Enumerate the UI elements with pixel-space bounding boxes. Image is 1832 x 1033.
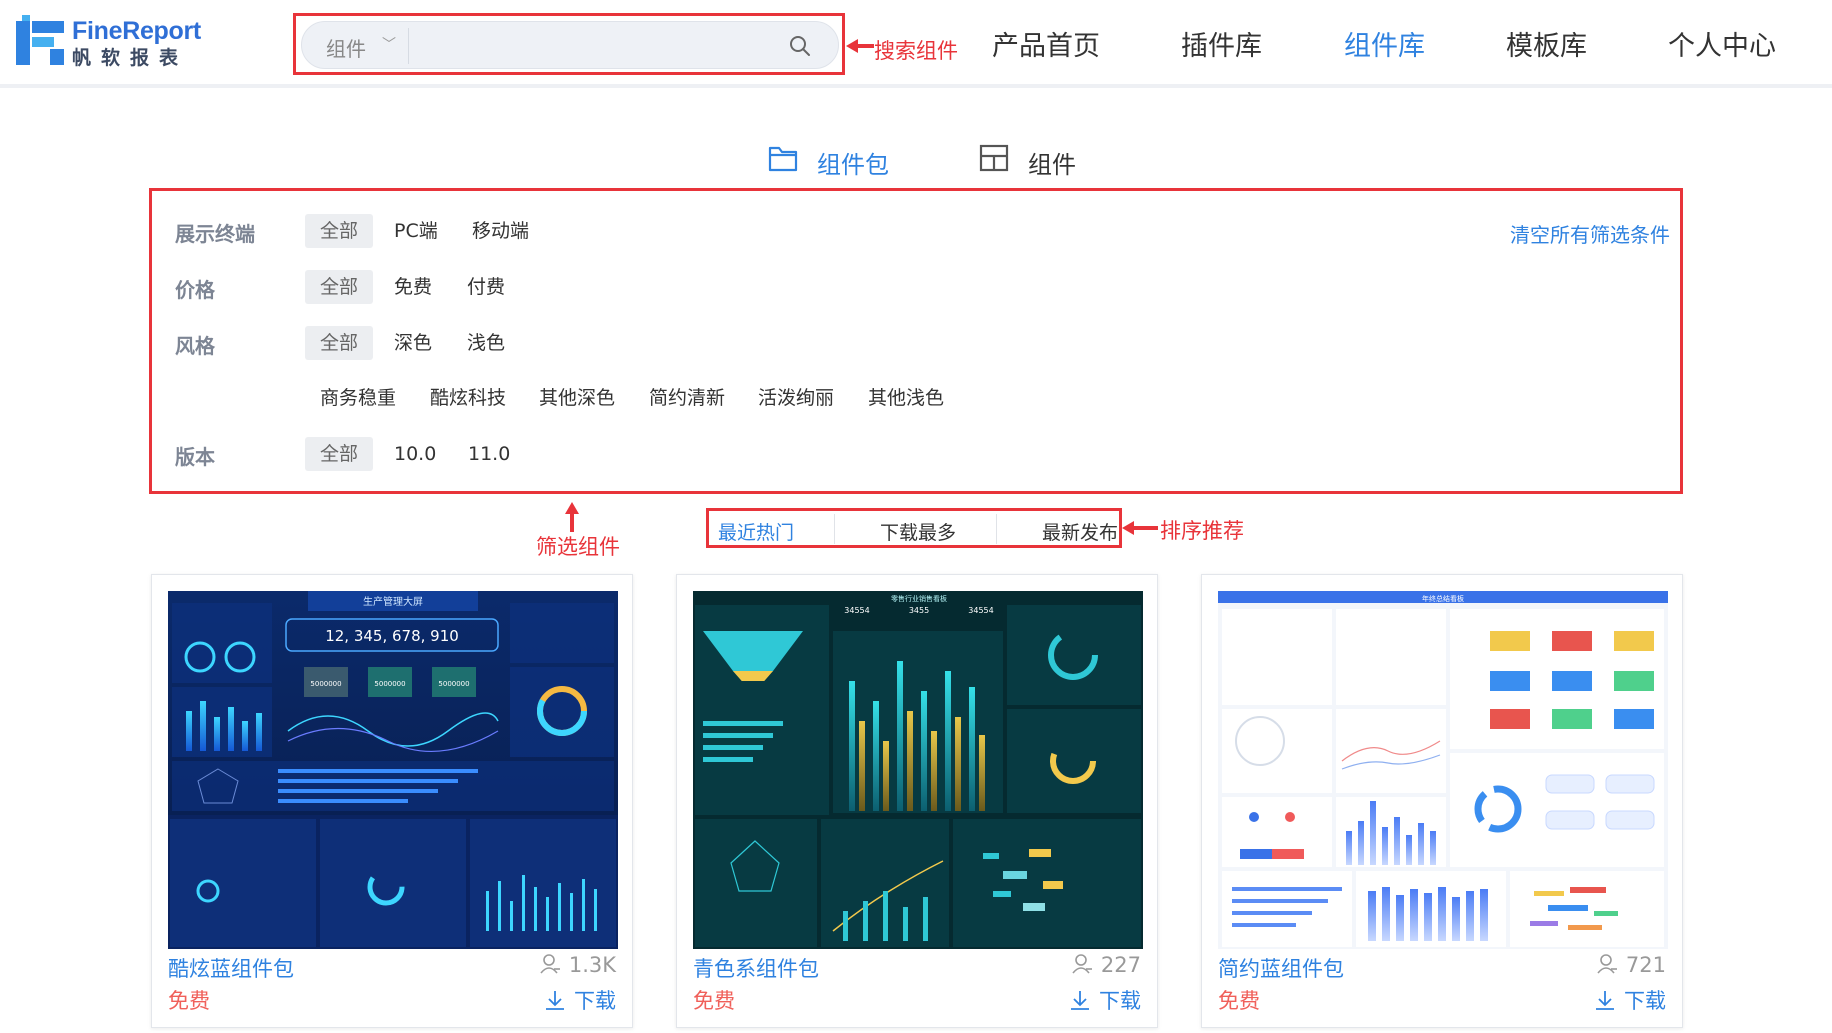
thumb-kpi: 3455 xyxy=(909,606,929,615)
logo[interactable]: FineReport 帆软报表 xyxy=(16,15,201,69)
card-user-count: 227 xyxy=(1071,953,1141,977)
nav-product-home[interactable]: 产品首页 xyxy=(992,24,1100,63)
filter-version-all[interactable]: 全部 xyxy=(305,437,374,471)
download-button[interactable]: 下载 xyxy=(1069,985,1141,1015)
page: FineReport 帆软报表 组件 ﹀ 产品首页 插件库 组件库 模板库 个人… xyxy=(0,0,1832,1033)
filter-substyle-other-dark[interactable]: 其他深色 xyxy=(524,381,630,415)
filter-label-version: 版本 xyxy=(175,445,215,469)
card-count-value: 227 xyxy=(1100,953,1141,977)
clear-filters-link[interactable]: 清空所有筛选条件 xyxy=(1510,219,1670,248)
search-annotation-box xyxy=(293,13,845,75)
thumb-kpi: 5000000 xyxy=(310,680,341,688)
user-icon xyxy=(540,954,560,974)
component-card[interactable]: 生产管理大屏 12, 345, 678, 910 5000000 5000000… xyxy=(151,574,633,1028)
card-thumbnail[interactable]: 年终总结看板 xyxy=(1218,591,1668,949)
filter-price-paid[interactable]: 付费 xyxy=(452,270,520,304)
user-icon xyxy=(1597,954,1617,974)
logo-text-en: FineReport xyxy=(72,17,201,45)
download-label: 下载 xyxy=(1624,989,1666,1013)
download-icon xyxy=(1596,991,1614,1010)
annotation-arrow-icon xyxy=(565,502,579,532)
filter-substyle-lively[interactable]: 活泼绚丽 xyxy=(743,381,849,415)
filter-substyle-simple[interactable]: 简约清新 xyxy=(634,381,740,415)
search-annotation-label: 搜索组件 xyxy=(874,39,958,63)
thumb-kpi: 34554 xyxy=(844,606,869,615)
card-count-value: 1.3K xyxy=(568,953,616,977)
filter-label-style: 风格 xyxy=(175,334,215,358)
sort-most-downloads[interactable]: 下载最多 xyxy=(880,518,956,545)
filter-version-10[interactable]: 10.0 xyxy=(379,437,451,471)
download-button[interactable]: 下载 xyxy=(1594,985,1666,1015)
component-card[interactable]: 零售行业销售看板 34554 3455 34554 青色系组件包 免费 227 … xyxy=(676,574,1158,1028)
sort-divider xyxy=(834,514,835,544)
filter-substyle-tech[interactable]: 酷炫科技 xyxy=(415,381,521,415)
nav-personal-center[interactable]: 个人中心 xyxy=(1668,24,1776,63)
download-label: 下载 xyxy=(574,989,616,1013)
finereport-logo-icon xyxy=(16,15,64,65)
folder-icon xyxy=(768,146,798,172)
card-thumbnail[interactable]: 零售行业销售看板 34554 3455 34554 xyxy=(693,591,1143,949)
tab-label: 组件 xyxy=(1028,151,1076,179)
thumb-big-number: 12, 345, 678, 910 xyxy=(325,627,459,645)
sort-annotation-label: 排序推荐 xyxy=(1160,519,1244,543)
card-price: 免费 xyxy=(693,989,735,1013)
component-card[interactable]: 年终总结看板 简约蓝组件包 免费 721 下载 xyxy=(1201,574,1683,1028)
nav-template-library[interactable]: 模板库 xyxy=(1506,24,1587,63)
filter-terminal-pc[interactable]: PC端 xyxy=(379,214,453,248)
filter-style-dark[interactable]: 深色 xyxy=(379,326,447,360)
filter-substyle-other-light[interactable]: 其他浅色 xyxy=(853,381,959,415)
download-icon xyxy=(546,991,564,1010)
filter-label-terminal: 展示终端 xyxy=(175,222,255,246)
annotation-arrow-icon xyxy=(846,39,874,53)
sort-newest[interactable]: 最新发布 xyxy=(1042,518,1118,545)
nav-component-library[interactable]: 组件库 xyxy=(1344,24,1425,63)
card-title[interactable]: 简约蓝组件包 xyxy=(1218,953,1344,983)
filter-terminal-all[interactable]: 全部 xyxy=(305,214,374,248)
filter-terminal-mobile[interactable]: 移动端 xyxy=(457,214,544,248)
card-title[interactable]: 酷炫蓝组件包 xyxy=(168,953,294,983)
download-button[interactable]: 下载 xyxy=(544,985,616,1015)
filter-style-all[interactable]: 全部 xyxy=(305,326,374,360)
thumb-heading: 零售行业销售看板 xyxy=(891,594,947,603)
card-price: 免费 xyxy=(168,989,210,1013)
dashboard-preview-image: 零售行业销售看板 34554 3455 34554 xyxy=(693,591,1143,949)
filter-label-price: 价格 xyxy=(175,278,215,302)
card-count-value: 721 xyxy=(1625,953,1666,977)
dashboard-preview-image: 生产管理大屏 12, 345, 678, 910 5000000 5000000… xyxy=(168,591,618,949)
filter-annotation-label: 筛选组件 xyxy=(536,535,620,559)
logo-text-cn: 帆软报表 xyxy=(72,47,189,69)
tab-label: 组件包 xyxy=(817,151,889,179)
card-user-count: 721 xyxy=(1596,953,1666,977)
layout-icon xyxy=(979,144,1009,172)
sort-divider xyxy=(996,514,997,544)
thumb-kpi: 5000000 xyxy=(438,680,469,688)
thumb-heading: 年终总结看板 xyxy=(1422,594,1464,603)
download-label: 下载 xyxy=(1099,989,1141,1013)
user-icon xyxy=(1072,954,1092,974)
thumb-heading: 生产管理大屏 xyxy=(363,595,423,608)
card-title[interactable]: 青色系组件包 xyxy=(693,953,819,983)
thumb-kpi: 5000000 xyxy=(374,680,405,688)
dashboard-preview-image: 年终总结看板 xyxy=(1218,591,1668,949)
filter-version-11[interactable]: 11.0 xyxy=(453,437,525,471)
filter-style-light[interactable]: 浅色 xyxy=(452,326,520,360)
annotation-arrow-icon xyxy=(1122,521,1158,535)
sort-recent-hot[interactable]: 最近热门 xyxy=(718,518,794,545)
card-user-count: 1.3K xyxy=(539,953,616,977)
nav-plugin-library[interactable]: 插件库 xyxy=(1181,24,1262,63)
filter-substyle-business[interactable]: 商务稳重 xyxy=(305,381,411,415)
card-price: 免费 xyxy=(1218,989,1260,1013)
card-thumbnail[interactable]: 生产管理大屏 12, 345, 678, 910 5000000 5000000… xyxy=(168,591,618,949)
download-icon xyxy=(1071,991,1089,1010)
filter-price-free[interactable]: 免费 xyxy=(379,270,447,304)
filter-price-all[interactable]: 全部 xyxy=(305,270,374,304)
thumb-kpi: 34554 xyxy=(968,606,993,615)
